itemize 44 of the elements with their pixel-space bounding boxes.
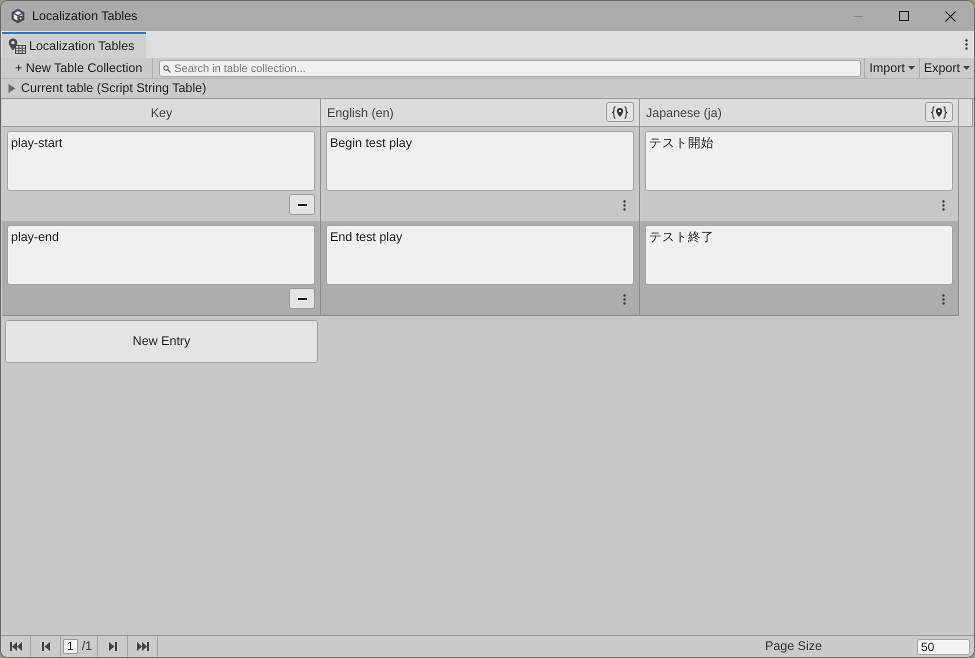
minus-icon <box>298 298 306 300</box>
map-pin-grid-icon <box>8 38 26 54</box>
kebab-menu-icon[interactable] <box>942 294 945 305</box>
remove-entry-button[interactable] <box>289 288 315 309</box>
skip-to-start-icon <box>10 642 22 651</box>
column-header: Japanese (ja) <box>646 105 722 122</box>
kebab-menu-icon[interactable] <box>623 200 626 211</box>
column-header: Key <box>150 105 172 122</box>
page-count: /1 <box>82 638 92 656</box>
locale-settings-button[interactable] <box>606 102 634 122</box>
step-back-icon <box>40 642 52 651</box>
text-area[interactable]: End test play <box>326 225 634 285</box>
page-size-label: Page Size <box>765 638 822 656</box>
cube-icon <box>10 8 26 24</box>
new-table-collection-button[interactable]: + New Table Collection <box>1 58 154 78</box>
skip-to-end-icon <box>136 642 149 651</box>
page-size-field[interactable]: 50 <box>917 638 970 654</box>
page-number-field[interactable]: 1 <box>63 639 78 654</box>
tab[interactable]: Localization Tables <box>2 32 146 58</box>
dropdown-menu-button[interactable]: Import <box>864 58 919 78</box>
kebab-menu-icon[interactable] <box>623 294 626 305</box>
caret-down-icon <box>963 66 970 70</box>
text-area[interactable]: テスト終了 <box>645 225 953 285</box>
caret-down-icon <box>908 66 915 70</box>
new-entry-button[interactable]: New Entry <box>5 320 318 363</box>
braced-pin-icon <box>931 106 947 118</box>
kebab-menu-icon[interactable] <box>942 200 945 211</box>
search-field[interactable]: Search in table collection... <box>159 60 862 77</box>
remove-entry-button[interactable] <box>289 194 315 215</box>
step-forward-icon <box>106 642 119 651</box>
dropdown-menu-button[interactable]: Export <box>918 58 974 78</box>
braced-pin-icon <box>612 106 628 118</box>
maximize-icon <box>899 11 909 21</box>
text-area[interactable]: play-end <box>7 225 315 285</box>
text-area[interactable]: Begin test play <box>326 131 634 191</box>
column-header: English (en) <box>327 105 394 122</box>
text-area[interactable]: テスト開始 <box>645 131 953 191</box>
close-icon <box>944 10 956 22</box>
kebab-menu-icon <box>965 39 968 50</box>
minus-icon <box>298 204 306 206</box>
locale-settings-button[interactable] <box>925 102 953 122</box>
window-title: Localization Tables <box>32 8 138 25</box>
text-area[interactable]: play-start <box>7 131 315 191</box>
search-icon <box>163 65 172 73</box>
